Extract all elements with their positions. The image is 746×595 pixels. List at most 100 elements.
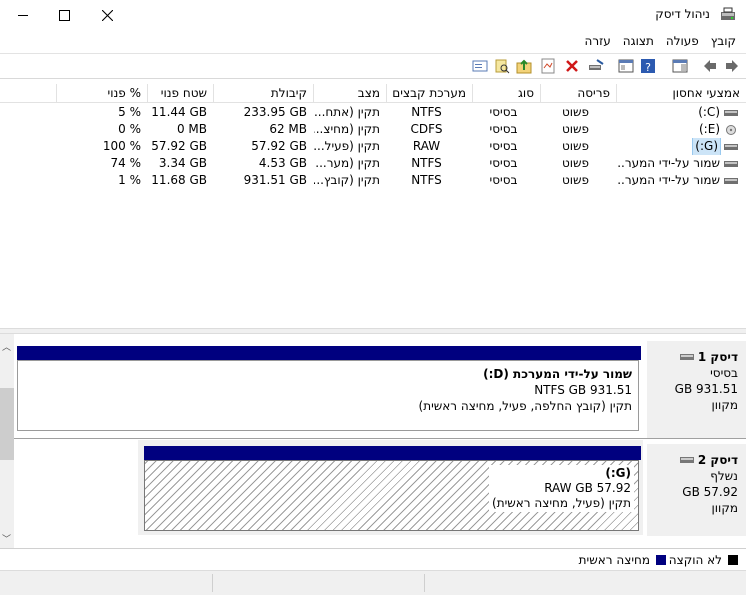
header-type[interactable]: סוג (473, 84, 541, 103)
cell-type: בסיסי (489, 122, 518, 136)
console-tree-icon[interactable] (618, 58, 634, 74)
status-bar (0, 570, 746, 595)
cell-status: תקין (פעיל... (314, 139, 380, 153)
header-status[interactable]: מצב (314, 84, 387, 103)
properties-icon[interactable] (540, 58, 556, 74)
cell-percent-free: 74 % (110, 156, 142, 170)
cell-percent-free: 5 % (118, 105, 141, 119)
status-divider (212, 574, 213, 592)
disk-drive-icon (679, 354, 694, 360)
removable-disk-icon (679, 457, 694, 463)
cell-file-system: NTFS (411, 105, 442, 119)
title-bar: ניהול דיסק (0, 0, 746, 30)
primary-partition-swatch (656, 555, 666, 565)
menu-file[interactable]: קובץ (705, 34, 742, 48)
partition-d[interactable]: שמור על-ידי המערכת (D:) 931.51 NTFS GB ת… (17, 360, 639, 431)
disk-graphical-view: דיסק 1 בסיסי 931.51 GB מקוון שמור על-ידי… (0, 334, 746, 548)
cell-capacity: 4.53 GB (258, 156, 307, 170)
partition-g-bar (144, 446, 641, 460)
cell-file-system: RAW (412, 139, 441, 153)
partition-g[interactable]: (G:) 57.92 RAW GB תקין (פעיל, מחיצה ראשי… (144, 460, 639, 531)
table-row[interactable]: שמור על-ידי המער... פשוט בסיסי NTFS תקין (מע… (0, 155, 746, 172)
disk-1-label[interactable]: דיסק 1 בסיסי 931.51 GB מקוון (647, 341, 746, 438)
header-volume[interactable]: אמצעי אחסון (617, 84, 746, 103)
disk-2-type: נשלף (710, 469, 738, 483)
table-row[interactable]: שמור על-ידי המער... פשוט בסיסי NTFS תקין (קו… (0, 172, 746, 189)
partition-d-bar (17, 346, 641, 360)
menu-help[interactable]: עזרה (579, 34, 617, 48)
partition-g-title: (G:) (605, 466, 631, 480)
hard-drive-icon (724, 178, 738, 184)
cell-free-space: 57.92 GB (151, 139, 207, 153)
hard-drive-icon (724, 161, 738, 167)
minimize-button[interactable] (0, 0, 46, 30)
cell-layout: פשוט (561, 139, 590, 153)
header-layout[interactable]: פריסה (541, 84, 617, 103)
cell-layout: פשוט (561, 156, 590, 170)
header-capacity[interactable]: קיבולת (214, 84, 314, 103)
cell-status: תקין (מחיצ... (314, 122, 380, 136)
close-button[interactable] (84, 0, 130, 30)
back-arrow-icon[interactable] (702, 58, 718, 74)
table-row[interactable]: (G:) פשוט בסיסי RAW תקין (פעיל... 57.92 GB 57.… (0, 138, 746, 155)
partition-d-title: שמור על-ידי המערכת (D:) (483, 367, 632, 381)
menu-bar: קובץ פעולה תצוגה עזרה (0, 30, 746, 51)
volume-name: (C:) (698, 105, 720, 119)
disk-1-type: בסיסי (710, 366, 738, 380)
cell-type: בסיסי (489, 173, 518, 187)
status-divider (424, 574, 425, 592)
legend-primary: מחיצה ראשית (578, 553, 650, 567)
svg-text:?: ? (645, 61, 651, 74)
cell-status: תקין (אתח... (314, 105, 380, 119)
cell-type: בסיסי (489, 156, 518, 170)
close-icon (101, 9, 113, 21)
help-icon[interactable]: ? (640, 58, 656, 74)
cell-type: בסיסי (489, 105, 518, 119)
disk-list-icon[interactable] (472, 58, 488, 74)
table-row[interactable]: (E:) פשוט בסיסי CDFS תקין (מחיצ... 62 MB 0 MB 0… (0, 121, 746, 138)
partition-d-detail: 931.51 NTFS GB (534, 383, 632, 397)
cell-volume: (G:) (617, 138, 742, 155)
header-percent-free[interactable]: % פנוי (57, 84, 148, 103)
disk-1-size: 931.51 GB (674, 382, 738, 396)
cell-status: תקין (קובץ... (314, 173, 380, 187)
forward-arrow-icon[interactable] (724, 58, 740, 74)
cell-status: תקין (מער... (315, 156, 380, 170)
cell-volume: שמור על-ידי המער... (617, 155, 742, 172)
cell-volume: (C:) (617, 104, 742, 121)
volume-list: % פנוי שטח פנוי קיבולת מצב מערכת קבצים ס… (0, 84, 746, 328)
rescan-disk-icon[interactable] (588, 58, 604, 74)
maximize-button[interactable] (41, 0, 87, 30)
scrollbar-thumb[interactable] (0, 388, 14, 460)
disk-2-status: מקוון (711, 501, 738, 515)
disk-management-app-icon (721, 7, 735, 20)
cell-free-space: 11.44 GB (151, 105, 207, 119)
cell-volume: (E:) (617, 121, 742, 138)
minimize-icon (18, 14, 28, 16)
menu-action[interactable]: פעולה (660, 34, 705, 48)
up-folder-icon[interactable] (516, 58, 532, 74)
disk-2-label[interactable]: דיסק 2 נשלף 57.92 GB מקוון (647, 444, 746, 536)
scroll-up-icon[interactable]: ︿ (2, 340, 11, 353)
volume-name: שמור על-ידי המער... (617, 156, 720, 170)
scroll-down-icon[interactable]: ﹀ (2, 532, 11, 545)
menu-view[interactable]: תצוגה (617, 34, 660, 48)
cell-layout: פשוט (561, 105, 590, 119)
show-hide-pane-icon[interactable] (672, 58, 688, 74)
volume-name: (E:) (698, 122, 720, 136)
cell-percent-free: 1 % (118, 173, 141, 187)
header-free-space[interactable]: שטח פנוי (148, 84, 214, 103)
cell-capacity: 233.95 GB (243, 105, 307, 119)
hard-drive-icon (724, 110, 738, 116)
cell-layout: פשוט (561, 173, 590, 187)
cell-volume: שמור על-ידי המער... (617, 172, 742, 189)
table-row[interactable]: (C:) פשוט בסיסי NTFS תקין (אתח... 233.95 GB 11… (0, 104, 746, 121)
delete-icon[interactable] (564, 58, 580, 74)
cell-file-system: NTFS (411, 173, 442, 187)
header-file-system[interactable]: מערכת קבצים (387, 84, 473, 103)
hard-drive-icon (724, 144, 738, 150)
disk-2-name: דיסק 2 (697, 453, 738, 467)
find-icon[interactable] (494, 58, 510, 74)
window-title: ניהול דיסק (655, 7, 710, 21)
disk-2-size: 57.92 GB (682, 485, 738, 499)
